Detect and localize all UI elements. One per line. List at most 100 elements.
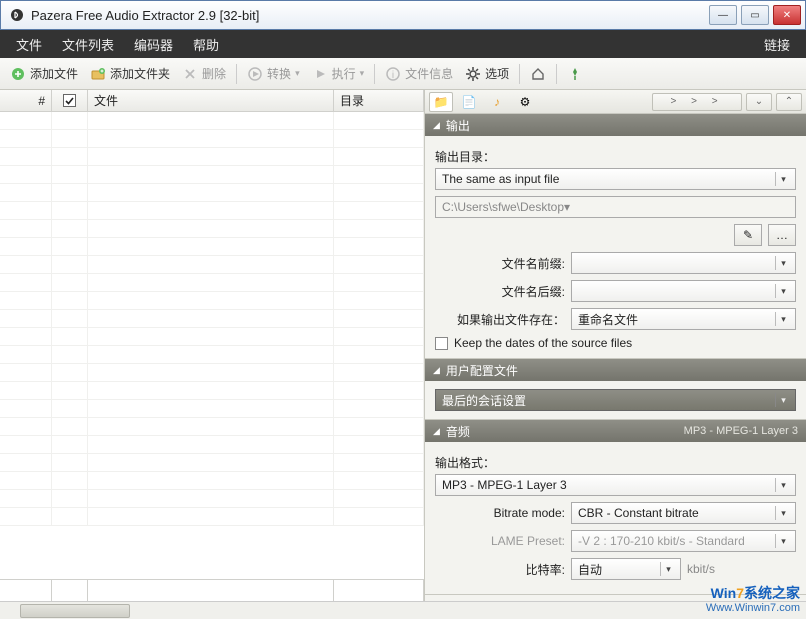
chevron-down-icon: ▾ xyxy=(660,562,676,576)
out-format-label: 输出格式： xyxy=(435,454,796,471)
minimize-button[interactable]: ― xyxy=(709,5,737,25)
bitrate-value: 自动 xyxy=(578,561,602,578)
lame-preset-label: LAME Preset: xyxy=(435,534,565,548)
suffix-select[interactable]: ▾ xyxy=(571,280,796,302)
col-dir[interactable]: 目录 xyxy=(334,90,424,111)
bitrate-mode-value: CBR - Constant bitrate xyxy=(578,506,699,520)
add-folder-icon xyxy=(90,66,106,82)
chevron-down-icon: ▾ xyxy=(775,256,791,270)
menu-help[interactable]: 帮助 xyxy=(183,31,229,58)
prefix-select[interactable]: ▾ xyxy=(571,252,796,274)
folder-icon: 📁 xyxy=(434,95,449,109)
home-button[interactable] xyxy=(524,63,552,85)
options-label: 选项 xyxy=(485,65,509,82)
home-icon xyxy=(530,66,546,82)
add-folder-label: 添加文件夹 xyxy=(110,65,170,82)
col-file[interactable]: 文件 xyxy=(88,90,334,111)
svg-text:i: i xyxy=(392,70,394,81)
tab-settings[interactable]: ⚙ xyxy=(513,92,537,112)
collapse-button[interactable]: ⌄ xyxy=(746,93,772,111)
horizontal-scrollbar[interactable] xyxy=(0,601,806,619)
profile-select[interactable]: 最后的会话设置 ▾ xyxy=(435,389,796,411)
add-files-button[interactable]: 添加文件 xyxy=(4,62,84,85)
edit-path-button[interactable]: ✎ xyxy=(734,224,762,246)
chevron-down-icon: ▾ xyxy=(775,172,791,186)
output-dir-path-value: C:\Users\sfwe\Desktop xyxy=(442,200,564,214)
chevron-down-icon: ▾ xyxy=(564,200,570,214)
chevron-down-icon: ▾ xyxy=(360,68,365,79)
lame-preset-value: -V 2 : 170-210 kbit/s - Standard xyxy=(578,534,745,548)
col-checkbox[interactable] xyxy=(52,90,88,111)
profile-value: 最后的会话设置 xyxy=(442,392,526,409)
section-audio-header[interactable]: ◢ 音频 MP3 - MPEG-1 Layer 3 xyxy=(425,420,806,442)
file-list-panel: # 文件 目录 xyxy=(0,90,425,601)
menu-bar: 文件 文件列表 编码器 帮助 链接 xyxy=(0,30,806,58)
close-button[interactable]: ✕ xyxy=(773,5,801,25)
music-note-icon: ♪ xyxy=(494,95,500,109)
convert-button[interactable]: 转换 ▾ xyxy=(241,62,306,85)
tab-document[interactable]: 📄 xyxy=(457,92,481,112)
section-output-title: 输出 xyxy=(446,117,470,134)
execute-icon xyxy=(312,66,328,82)
right-tab-strip: 📁 📄 ♪ ⚙ > > > ⌄ ⌃ xyxy=(425,90,806,114)
browse-path-button[interactable]: … xyxy=(768,224,796,246)
execute-button[interactable]: 执行 ▾ xyxy=(306,62,371,85)
chevron-down-icon: ▾ xyxy=(775,534,791,548)
collapse-triangle-icon: ◢ xyxy=(433,365,440,376)
pin-button[interactable] xyxy=(561,63,589,85)
col-number[interactable]: # xyxy=(0,90,52,111)
chevron-down-icon: ▾ xyxy=(295,68,300,79)
chevron-down-icon: ▾ xyxy=(775,393,791,407)
output-dir-mode-select[interactable]: The same as input file ▾ xyxy=(435,168,796,190)
delete-icon xyxy=(182,66,198,82)
bitrate-select[interactable]: 自动 ▾ xyxy=(571,558,681,580)
tab-audio[interactable]: ♪ xyxy=(485,92,509,112)
section-output-header[interactable]: ◢ 输出 xyxy=(425,114,806,136)
gear-icon xyxy=(465,66,481,82)
collapse-triangle-icon: ◢ xyxy=(433,120,440,131)
section-audio-title: 音频 xyxy=(446,423,470,440)
section-output: ◢ 输出 输出目录： The same as input file ▾ C:\U… xyxy=(425,114,806,359)
prefix-label: 文件名前缀: xyxy=(435,255,565,272)
chevron-down-icon: ▾ xyxy=(775,284,791,298)
output-dir-path[interactable]: C:\Users\sfwe\Desktop ▾ xyxy=(435,196,796,218)
scroll-up-button[interactable]: ⌃ xyxy=(776,93,802,111)
exists-select[interactable]: 重命名文件 ▾ xyxy=(571,308,796,330)
chevron-down-icon: ▾ xyxy=(775,478,791,492)
settings-panel: 📁 📄 ♪ ⚙ > > > ⌄ ⌃ ◢ 输出 输出目录： The same as… xyxy=(425,90,806,601)
info-icon: i xyxy=(385,66,401,82)
gear-icon: ⚙ xyxy=(520,95,531,109)
menu-filelist[interactable]: 文件列表 xyxy=(52,31,124,58)
collapse-triangle-icon: ◢ xyxy=(433,426,440,437)
menu-encoder[interactable]: 编码器 xyxy=(124,31,183,58)
section-audio-tail: MP3 - MPEG-1 Layer 3 xyxy=(684,425,798,437)
ellipsis-icon: … xyxy=(776,228,788,242)
menu-file[interactable]: 文件 xyxy=(6,31,52,58)
lame-preset-select[interactable]: -V 2 : 170-210 kbit/s - Standard ▾ xyxy=(571,530,796,552)
app-icon xyxy=(9,7,25,23)
scrollbar-thumb[interactable] xyxy=(20,604,130,618)
options-button[interactable]: 选项 xyxy=(459,62,515,85)
exists-label: 如果输出文件存在： xyxy=(435,311,565,328)
keep-dates-checkbox[interactable] xyxy=(435,337,448,350)
file-list-summary xyxy=(0,579,424,601)
chevron-up-icon: ⌃ xyxy=(785,96,793,107)
out-format-select[interactable]: MP3 - MPEG-1 Layer 3 ▾ xyxy=(435,474,796,496)
delete-button[interactable]: 删除 xyxy=(176,62,232,85)
add-folder-button[interactable]: 添加文件夹 xyxy=(84,62,176,85)
file-info-button[interactable]: i 文件信息 xyxy=(379,62,459,85)
tab-folder[interactable]: 📁 xyxy=(429,92,453,112)
convert-icon xyxy=(247,66,263,82)
menu-links[interactable]: 链接 xyxy=(754,31,800,58)
chevron-down-icon: ▾ xyxy=(775,506,791,520)
section-profiles: ◢ 用户配置文件 最后的会话设置 ▾ xyxy=(425,359,806,420)
delete-label: 删除 xyxy=(202,65,226,82)
section-profiles-header[interactable]: ◢ 用户配置文件 xyxy=(425,359,806,381)
file-list-body[interactable] xyxy=(0,112,424,579)
toolbar: 添加文件 添加文件夹 删除 转换 ▾ 执行 ▾ i 文件信息 选项 xyxy=(0,58,806,90)
maximize-button[interactable]: ▭ xyxy=(741,5,769,25)
bitrate-mode-select[interactable]: CBR - Constant bitrate ▾ xyxy=(571,502,796,524)
edit-icon: ✎ xyxy=(743,228,753,242)
add-files-icon xyxy=(10,66,26,82)
expand-all-button[interactable]: > > > xyxy=(652,93,742,111)
